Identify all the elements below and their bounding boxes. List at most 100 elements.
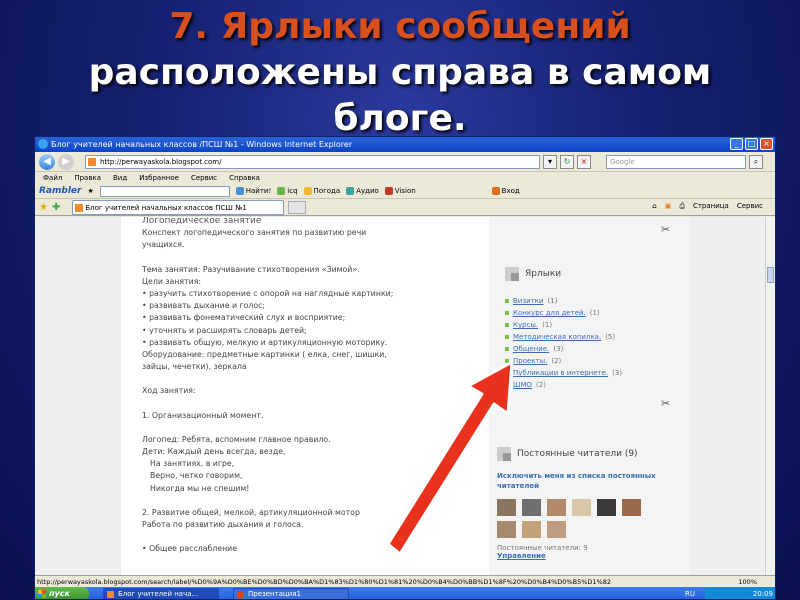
rambler-search-input[interactable]	[99, 185, 230, 197]
label-count: (2)	[551, 357, 562, 365]
taskbar-item-presentation[interactable]: Презентация1	[233, 588, 349, 599]
forward-icon[interactable]: ▶	[58, 153, 74, 170]
feeds-icon[interactable]: ▣	[665, 202, 672, 211]
rambler-toolbar: Rambler ★ Найти! icq Погода Аудио Vision…	[35, 184, 775, 199]
status-url: http://perwayaskola.blogspot.com/search/…	[37, 578, 611, 586]
labels-widget-header: Ярлыки	[505, 267, 622, 281]
red-arrow-shape	[386, 360, 514, 556]
search-input[interactable]: Google	[606, 154, 746, 169]
user-icon	[491, 187, 500, 195]
widget-icon	[505, 267, 519, 281]
taskbar-item-browser[interactable]: Блог учителей нача...	[103, 588, 219, 599]
menu-file[interactable]: Файл	[43, 172, 62, 184]
print-icon[interactable]: ⎙	[679, 202, 685, 211]
label-link[interactable]: Визитки	[513, 295, 543, 307]
post-spacer	[142, 252, 468, 264]
url-dropdown-icon[interactable]: ▾	[543, 154, 557, 169]
toolbar-vision[interactable]: Vision	[384, 187, 416, 195]
stop-icon[interactable]: ×	[577, 154, 591, 169]
slide-title-accent: 7. Ярлыки сообщений	[169, 6, 631, 47]
label-link[interactable]: Конкурс для детей.	[513, 307, 586, 319]
audio-icon	[346, 187, 355, 195]
label-item[interactable]: Конкурс для детей. (1)	[505, 307, 622, 319]
vision-icon	[384, 187, 393, 195]
bullet-icon	[505, 311, 509, 315]
ie-icon	[38, 139, 48, 149]
avatar[interactable]	[597, 499, 616, 516]
edit-widget-icon[interactable]: ✂	[661, 397, 670, 410]
label-count: (3)	[612, 369, 623, 377]
bullet-icon	[505, 323, 509, 327]
avatar[interactable]	[572, 499, 591, 516]
slide-title: 7. Ярлыки сообщений расположены справа в…	[0, 4, 800, 142]
label-link[interactable]: Методическая копилка.	[513, 331, 601, 343]
avatar[interactable]	[547, 521, 566, 538]
refresh-icon[interactable]: ↻	[560, 154, 574, 169]
menu-favorites[interactable]: Избранное	[139, 172, 179, 184]
label-item[interactable]: Визитки (1)	[505, 295, 622, 307]
language-indicator[interactable]: RU	[685, 587, 695, 599]
menu-view[interactable]: Вид	[113, 172, 127, 184]
red-arrow	[386, 360, 514, 556]
toolbar-icq[interactable]: icq	[277, 187, 298, 195]
window-titlebar[interactable]: Блог учителей начальных классов /ПСШ №1 …	[35, 137, 775, 152]
add-favorites-icon[interactable]: ✚	[52, 202, 60, 213]
search-icon	[235, 187, 244, 195]
tab-label: Блог учителей начальных классов ПСШ №1	[85, 203, 247, 212]
label-count: (2)	[536, 381, 546, 389]
toolbar-audio[interactable]: Аудио	[346, 187, 379, 195]
label-count: (3)	[553, 345, 564, 353]
close-button[interactable]: ×	[760, 138, 773, 150]
avatar[interactable]	[547, 499, 566, 516]
menu-help[interactable]: Справка	[229, 172, 260, 184]
post-line: учащихся.	[142, 240, 185, 250]
bullet-icon	[505, 299, 509, 303]
home-icon[interactable]: ⌂	[652, 202, 656, 211]
minimize-button[interactable]: _	[730, 138, 743, 150]
label-count: (1)	[589, 309, 600, 317]
blogger-icon	[75, 203, 84, 212]
menu-edit[interactable]: Правка	[74, 172, 101, 184]
label-count: (1)	[542, 321, 553, 329]
maximize-button[interactable]: □	[745, 138, 758, 150]
star-icon[interactable]: ★	[87, 187, 93, 195]
post-line: • развивать общую, мелкую и артикуляцион…	[142, 337, 388, 347]
slide-title-line2: расположены справа в самом	[88, 52, 712, 93]
post-line: • уточнять и расширять словарь детей;	[142, 325, 307, 335]
label-item[interactable]: Методическая копилка. (5)	[505, 331, 622, 343]
back-icon[interactable]: ◀	[39, 153, 55, 170]
toolbar-weather[interactable]: Погода	[303, 187, 340, 195]
page-menu[interactable]: Страница	[693, 202, 729, 211]
post-line: • развивать фонематический слух и воспри…	[142, 313, 346, 323]
scroll-thumb[interactable]	[767, 267, 774, 283]
label-link[interactable]: Курсы.	[513, 319, 538, 331]
favorites-star-icon[interactable]: ★	[39, 202, 48, 213]
url-text: http://perwayaskola.blogspot.com/	[100, 157, 222, 166]
tools-menu[interactable]: Сервис	[737, 202, 763, 211]
label-item[interactable]: Курсы. (1)	[505, 319, 622, 331]
ie-icon	[107, 591, 114, 598]
toolbar-login[interactable]: Вход	[491, 187, 520, 195]
avatar[interactable]	[622, 499, 641, 516]
status-bar: http://perwayaskola.blogspot.com/search/…	[35, 575, 775, 587]
tab-blog[interactable]: Блог учителей начальных классов ПСШ №1	[72, 199, 285, 215]
start-button[interactable]: пуск	[35, 587, 89, 599]
post-line: • разучить стихотворение с опорой на наг…	[142, 289, 394, 299]
system-tray: 20:09	[705, 587, 775, 599]
taskbar: пуск Блог учителей нача... Презентация1 …	[35, 587, 775, 599]
edit-widget-icon[interactable]: ✂	[661, 223, 670, 236]
vertical-scrollbar[interactable]	[765, 217, 775, 575]
post-line: Конспект логопедического занятия по разв…	[142, 228, 367, 238]
url-input[interactable]: http://perwayaskola.blogspot.com/	[85, 154, 540, 169]
icq-icon	[277, 187, 286, 195]
zoom-level[interactable]: 100%	[738, 576, 757, 587]
menu-tools[interactable]: Сервис	[191, 172, 217, 184]
rambler-find-button[interactable]: Найти!	[235, 187, 271, 195]
search-icon[interactable]: ⌕	[749, 154, 763, 169]
label-count: (1)	[547, 297, 558, 305]
bullet-icon	[505, 335, 509, 339]
new-tab-button[interactable]	[288, 200, 307, 214]
menu-bar: Файл Правка Вид Избранное Сервис Справка	[35, 172, 775, 184]
powerpoint-icon	[237, 591, 244, 598]
clock: 20:09	[752, 590, 773, 598]
